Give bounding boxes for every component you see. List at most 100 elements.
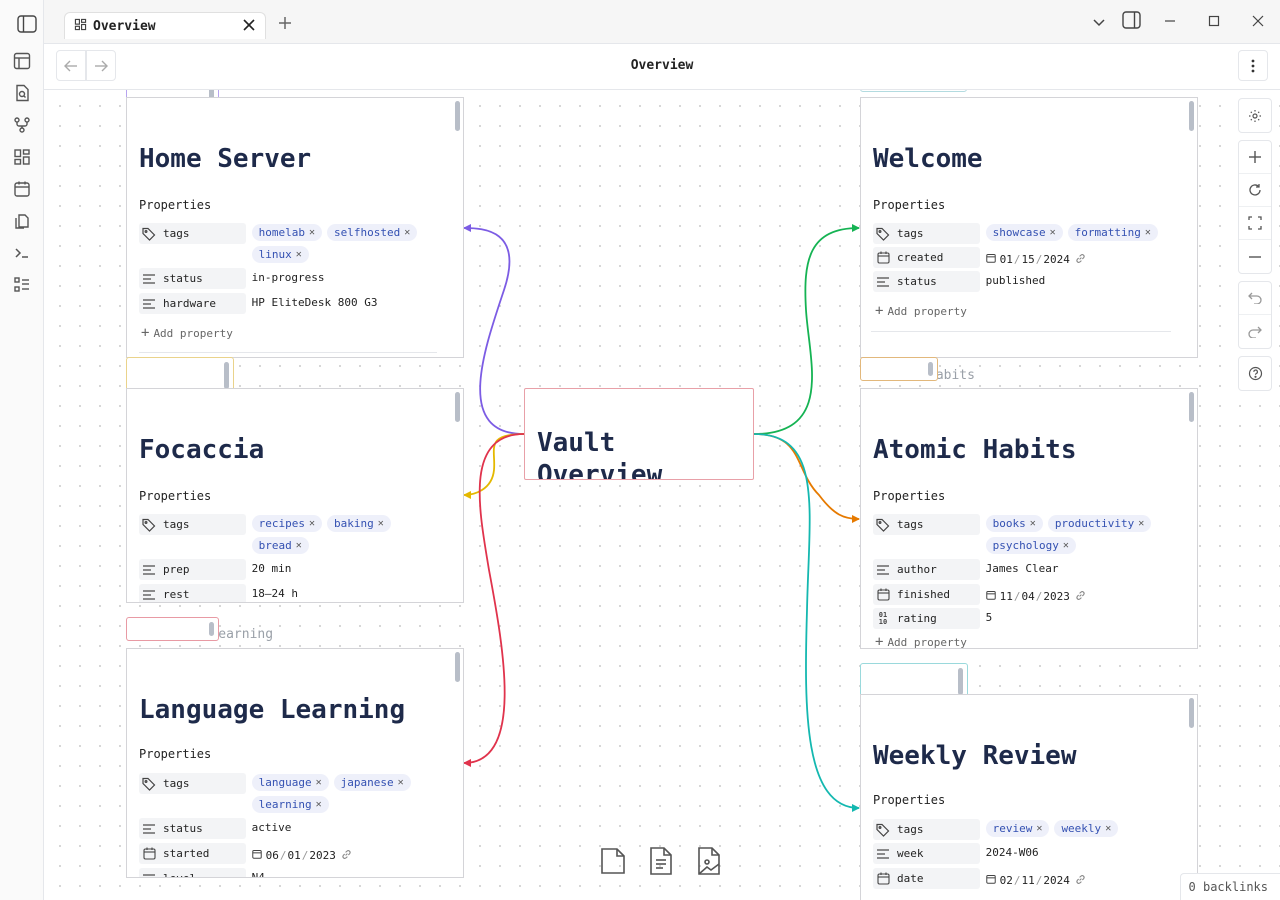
terminal-icon[interactable] bbox=[12, 243, 32, 263]
tag-pill[interactable]: baking ✕ bbox=[327, 515, 391, 532]
card-vault-overview[interactable]: Vault Overview bbox=[524, 388, 754, 480]
chevron-down-icon[interactable] bbox=[1090, 14, 1108, 32]
tab-overview[interactable]: Overview bbox=[64, 12, 266, 39]
card-atomic-habits[interactable]: Atomic Habits Properties tags books ✕ pro… bbox=[860, 388, 1198, 649]
canvas-icon[interactable] bbox=[12, 147, 32, 167]
tags-value[interactable]: language ✕ japanese ✕ learning ✕ bbox=[251, 773, 451, 813]
property-key[interactable]: finished bbox=[873, 584, 980, 605]
date-value[interactable]: 01/15/2024 bbox=[985, 247, 1185, 269]
tag-pill[interactable]: psychology ✕ bbox=[985, 537, 1076, 554]
fit-screen-icon[interactable] bbox=[1239, 207, 1271, 240]
zoom-out-icon[interactable] bbox=[1239, 240, 1271, 273]
tag-pill[interactable]: selfhosted ✕ bbox=[327, 224, 418, 241]
node-label-language[interactable] bbox=[126, 617, 219, 641]
canvas-area[interactable]: Home Server Properties tags homelab ✕ sel… bbox=[44, 90, 1280, 900]
undo-icon[interactable] bbox=[1239, 282, 1271, 315]
search-file-icon[interactable] bbox=[12, 83, 32, 103]
more-options-icon[interactable] bbox=[1238, 50, 1268, 81]
tags-value[interactable]: books ✕ productivity ✕ psychology ✕ bbox=[985, 514, 1185, 554]
new-card-icon[interactable] bbox=[598, 845, 628, 877]
property-key[interactable]: 01 10 rating bbox=[873, 608, 980, 629]
add-property-button[interactable]: + Add property bbox=[875, 634, 967, 648]
date-value[interactable]: 06/01/2023 bbox=[251, 843, 451, 865]
close-icon[interactable] bbox=[241, 17, 257, 33]
window-close-icon[interactable] bbox=[1249, 12, 1267, 30]
property-key[interactable]: created bbox=[873, 247, 980, 268]
property-value[interactable]: in-progress bbox=[252, 268, 451, 290]
property-value[interactable]: James Clear bbox=[986, 559, 1185, 581]
property-key[interactable]: tags bbox=[139, 514, 246, 535]
property-value[interactable]: 2024-W06 bbox=[986, 843, 1185, 865]
card-home-server[interactable]: Home Server Properties tags homelab ✕ sel… bbox=[126, 97, 464, 358]
tag-pill[interactable]: review ✕ bbox=[985, 820, 1050, 837]
property-key[interactable]: status bbox=[139, 818, 246, 839]
tags-value[interactable]: review ✕ weekly ✕ bbox=[985, 819, 1185, 841]
property-value[interactable]: 5 bbox=[986, 608, 1185, 630]
layout-icon[interactable] bbox=[12, 51, 32, 71]
tag-pill[interactable]: homelab ✕ bbox=[251, 224, 323, 241]
graph-icon[interactable] bbox=[12, 115, 32, 135]
card-weekly-review[interactable]: Weekly Review Properties tags review ✕ we… bbox=[860, 694, 1198, 900]
redo-icon[interactable] bbox=[1239, 315, 1271, 348]
maximize-icon[interactable] bbox=[1205, 12, 1223, 30]
property-value[interactable]: 18–24 h bbox=[252, 584, 451, 602]
tag-pill[interactable]: weekly ✕ bbox=[1054, 820, 1119, 837]
node-label-atomic[interactable] bbox=[860, 357, 938, 381]
property-value[interactable]: 20 min bbox=[252, 559, 451, 581]
property-value[interactable]: active bbox=[252, 818, 451, 840]
tag-pill[interactable]: bread ✕ bbox=[251, 537, 309, 554]
property-key[interactable]: tags bbox=[139, 773, 246, 794]
property-key[interactable]: hardware bbox=[139, 293, 246, 314]
card-language-learning[interactable]: Language Learning Properties tags langua… bbox=[126, 648, 464, 878]
property-key[interactable]: status bbox=[139, 268, 246, 289]
checklist-icon[interactable] bbox=[12, 275, 32, 295]
property-key[interactable]: date bbox=[873, 868, 980, 889]
property-value[interactable]: HP EliteDesk 800 G3 bbox=[252, 293, 451, 315]
property-key[interactable]: rest bbox=[139, 584, 246, 602]
backlinks-indicator[interactable]: 0 backlinks bbox=[1179, 873, 1280, 900]
right-sidebar-icon[interactable] bbox=[1121, 10, 1141, 30]
property-key[interactable]: tags bbox=[873, 514, 980, 535]
gear-icon[interactable] bbox=[1239, 99, 1271, 132]
tags-value[interactable]: showcase ✕ formatting ✕ bbox=[985, 223, 1185, 245]
property-key[interactable]: tags bbox=[873, 223, 980, 244]
add-property-button[interactable]: + Add property bbox=[141, 325, 233, 341]
property-key[interactable]: prep bbox=[139, 559, 246, 580]
new-tab-plus-icon[interactable] bbox=[276, 14, 294, 32]
tag-pill[interactable]: japanese ✕ bbox=[333, 774, 411, 791]
tag-pill[interactable]: formatting ✕ bbox=[1067, 224, 1158, 241]
property-value[interactable]: N4 bbox=[252, 868, 451, 877]
tag-pill[interactable]: productivity ✕ bbox=[1047, 515, 1152, 532]
property-key[interactable]: author bbox=[873, 559, 980, 580]
sidebar-toggle-icon[interactable] bbox=[17, 14, 37, 34]
tag-pill[interactable]: recipes ✕ bbox=[251, 515, 323, 532]
date-value[interactable]: 11/04/2023 bbox=[985, 584, 1185, 606]
tags-value[interactable]: recipes ✕ baking ✕ bread ✕ bbox=[251, 514, 451, 554]
node-label-welcome[interactable] bbox=[860, 90, 967, 92]
copy-files-icon[interactable] bbox=[12, 211, 32, 231]
calendar-icon[interactable] bbox=[12, 179, 32, 199]
tags-value[interactable]: homelab ✕ selfhosted ✕ linux ✕ bbox=[251, 223, 451, 263]
media-file-icon[interactable] bbox=[694, 845, 724, 877]
reset-zoom-icon[interactable] bbox=[1239, 174, 1271, 207]
tag-pill[interactable]: books ✕ bbox=[985, 515, 1043, 532]
add-property-button[interactable]: + Add property bbox=[875, 303, 967, 319]
property-key[interactable]: week bbox=[873, 843, 980, 864]
help-icon[interactable] bbox=[1239, 357, 1271, 390]
tag-pill[interactable]: linux ✕ bbox=[251, 246, 309, 263]
property-key[interactable]: level bbox=[139, 868, 246, 877]
property-value[interactable]: published bbox=[986, 271, 1185, 293]
property-key[interactable]: tags bbox=[873, 819, 980, 840]
tag-pill[interactable]: showcase ✕ bbox=[985, 224, 1063, 241]
date-value[interactable]: 02/11/2024 bbox=[985, 868, 1185, 890]
tag-pill[interactable]: language ✕ bbox=[251, 774, 329, 791]
property-key[interactable]: status bbox=[873, 271, 980, 292]
card-welcome[interactable]: Welcome Properties tags showcase ✕ format… bbox=[860, 97, 1198, 358]
property-key[interactable]: started bbox=[139, 843, 246, 864]
property-key[interactable]: tags bbox=[139, 223, 246, 244]
minimize-icon[interactable] bbox=[1161, 12, 1179, 30]
tag-pill[interactable]: learning ✕ bbox=[251, 796, 329, 813]
note-file-icon[interactable] bbox=[646, 845, 676, 877]
zoom-in-icon[interactable] bbox=[1239, 141, 1271, 174]
card-focaccia[interactable]: Focaccia Properties tags recipes ✕ baking… bbox=[126, 388, 464, 603]
